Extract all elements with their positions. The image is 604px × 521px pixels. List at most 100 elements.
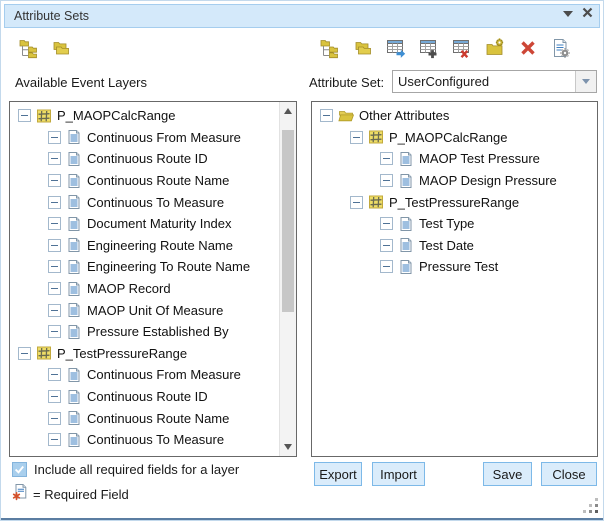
add-table-button[interactable]: [418, 37, 440, 59]
tree-item[interactable]: Continuous Route ID: [10, 386, 279, 408]
tree-item[interactable]: MAOP Test Pressure: [312, 148, 597, 170]
tree-item[interactable]: Continuous To Measure: [10, 429, 279, 451]
close-icon[interactable]: [580, 5, 595, 20]
attribute-set-panel: Other Attributes P_MAOPCalcRange MAOP Test…: [311, 101, 598, 457]
dropdown-arrow-button[interactable]: [575, 71, 596, 92]
required-field-icon: [11, 483, 29, 501]
scroll-up-arrow[interactable]: [280, 103, 296, 119]
tree-item-label: Other Attributes: [359, 108, 449, 123]
window-title: Attribute Sets: [14, 9, 89, 23]
expand-collapse-box[interactable]: [18, 347, 31, 360]
tree-item-label: Pressure Established By: [87, 324, 229, 339]
tree-item[interactable]: Engineering To Route Name: [10, 256, 279, 278]
close-button[interactable]: Close: [541, 462, 597, 486]
minus-icon: [353, 202, 360, 203]
tree-item[interactable]: P_TestPressureRange: [312, 191, 597, 213]
tree-item[interactable]: Engineering Route Name: [10, 235, 279, 257]
field-icon: [398, 216, 414, 232]
tree-layout-button[interactable]: [18, 37, 40, 59]
tree-item[interactable]: MAOP Design Pressure: [312, 170, 597, 192]
expand-collapse-box[interactable]: [350, 196, 363, 209]
properties-button[interactable]: [550, 37, 572, 59]
expand-collapse-box[interactable]: [48, 325, 61, 338]
tree-item[interactable]: Document Maturity Index: [10, 213, 279, 235]
titlebar: Attribute Sets: [4, 4, 600, 28]
tree-item[interactable]: Pressure Established By: [10, 321, 279, 343]
expand-collapse-box[interactable]: [320, 109, 333, 122]
tree-item-label: MAOP Test Pressure: [419, 151, 540, 166]
toolbar-right: [319, 37, 572, 59]
expand-collapse-box[interactable]: [48, 196, 61, 209]
expand-collapse-box[interactable]: [48, 260, 61, 273]
delete-button[interactable]: [517, 37, 539, 59]
minus-icon: [51, 202, 58, 203]
folder-gear-icon: [484, 37, 506, 59]
expand-collapse-box[interactable]: [380, 239, 393, 252]
tree-folders-icon: [319, 37, 341, 59]
tree-item-label: Continuous To Measure: [87, 432, 224, 447]
include-required-fields-checkbox[interactable]: [12, 462, 27, 477]
expand-collapse-box[interactable]: [48, 239, 61, 252]
tree-item[interactable]: Continuous Route Name: [10, 407, 279, 429]
expand-collapse-box[interactable]: [48, 217, 61, 230]
folder-group-button[interactable]: [352, 37, 374, 59]
tree-item[interactable]: Continuous To Measure: [10, 191, 279, 213]
remove-table-button[interactable]: [451, 37, 473, 59]
folder-group-button[interactable]: [50, 37, 72, 59]
expand-collapse-box[interactable]: [380, 217, 393, 230]
new-attribute-set-button[interactable]: [484, 37, 506, 59]
minus-icon: [383, 180, 390, 181]
minus-icon: [383, 223, 390, 224]
import-button[interactable]: Import: [372, 462, 425, 486]
tree-item[interactable]: MAOP Unit Of Measure: [10, 299, 279, 321]
tree-item[interactable]: Continuous From Measure: [10, 364, 279, 386]
folder-icon: [338, 108, 354, 124]
tree-item[interactable]: Continuous Route Name: [10, 170, 279, 192]
tree-item[interactable]: Test Type: [312, 213, 597, 235]
attribute-set-dropdown[interactable]: UserConfigured: [392, 70, 597, 93]
expand-collapse-box[interactable]: [48, 390, 61, 403]
field-icon: [66, 129, 82, 145]
field-icon: [66, 194, 82, 210]
expand-collapse-box[interactable]: [48, 368, 61, 381]
window-bottom-edge: [1, 518, 603, 520]
collapse-caret-icon[interactable]: [563, 11, 573, 17]
tree-layout-button[interactable]: [319, 37, 341, 59]
expand-collapse-box[interactable]: [380, 174, 393, 187]
export-button[interactable]: Export: [314, 462, 362, 486]
left-panel-scrollbar[interactable]: [279, 102, 296, 456]
tree-item[interactable]: Pressure Test: [312, 256, 597, 278]
expand-collapse-box[interactable]: [48, 174, 61, 187]
expand-collapse-box[interactable]: [380, 152, 393, 165]
tree-item[interactable]: MAOP Record: [10, 278, 279, 300]
expand-collapse-box[interactable]: [48, 152, 61, 165]
expand-collapse-box[interactable]: [380, 260, 393, 273]
tree-item-label: Continuous To Measure: [87, 195, 224, 210]
tree-item[interactable]: Test Date: [312, 235, 597, 257]
minus-icon: [51, 180, 58, 181]
expand-collapse-box[interactable]: [48, 304, 61, 317]
resize-grip[interactable]: [582, 498, 598, 514]
expand-collapse-box[interactable]: [18, 109, 31, 122]
export-table-button[interactable]: [385, 37, 407, 59]
expand-collapse-box[interactable]: [48, 131, 61, 144]
minus-icon: [51, 331, 58, 332]
tree-item[interactable]: P_MAOPCalcRange: [10, 105, 279, 127]
minus-icon: [51, 374, 58, 375]
tree-item-label: MAOP Design Pressure: [419, 173, 557, 188]
tree-item[interactable]: Other Attributes: [312, 105, 597, 127]
field-icon: [66, 151, 82, 167]
tree-item[interactable]: P_TestPressureRange: [10, 343, 279, 365]
tree-item[interactable]: Continuous Route ID: [10, 148, 279, 170]
expand-collapse-box[interactable]: [48, 433, 61, 446]
expand-collapse-box[interactable]: [350, 131, 363, 144]
scrollbar-thumb[interactable]: [282, 130, 294, 312]
table-plus-icon: [418, 37, 440, 59]
tree-item[interactable]: P_MAOPCalcRange: [312, 127, 597, 149]
minus-icon: [323, 115, 330, 116]
scroll-down-arrow[interactable]: [280, 439, 296, 455]
save-button[interactable]: Save: [483, 462, 532, 486]
expand-collapse-box[interactable]: [48, 412, 61, 425]
expand-collapse-box[interactable]: [48, 282, 61, 295]
tree-item[interactable]: Continuous From Measure: [10, 127, 279, 149]
